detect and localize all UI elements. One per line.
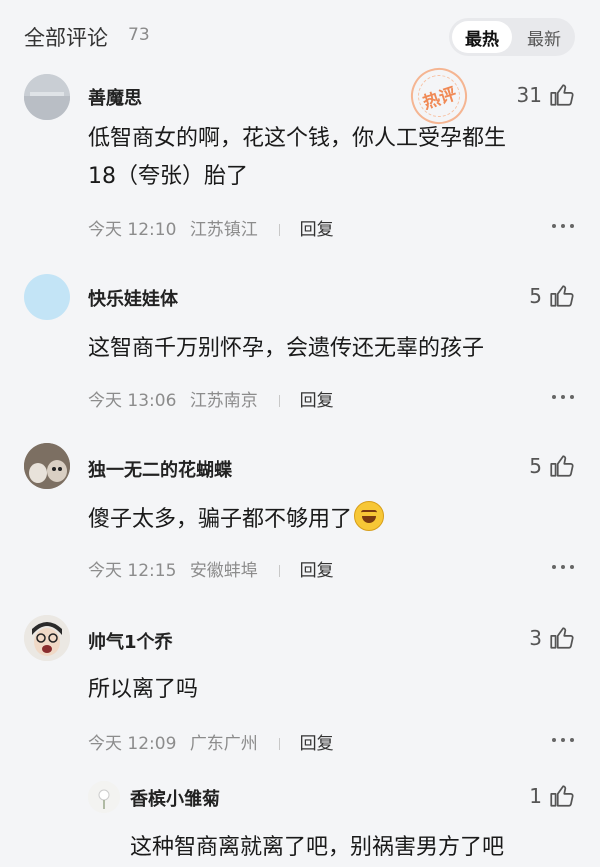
thumbs-up-icon xyxy=(550,84,574,106)
like-button[interactable]: 3 xyxy=(529,625,574,651)
comment-time: 今天 12:15 xyxy=(88,561,177,581)
comments-header: 全部评论 73 最热 最新 xyxy=(0,0,600,74)
reply-button[interactable]: 回复 xyxy=(300,220,334,240)
reply-button[interactable]: 回复 xyxy=(300,391,334,411)
comment-location: 江苏南京 xyxy=(189,391,258,411)
divider xyxy=(279,565,281,577)
avatar-image xyxy=(24,443,70,489)
like-count: 5 xyxy=(529,454,542,478)
like-button[interactable]: 5 xyxy=(529,283,574,309)
like-button[interactable]: 1 xyxy=(529,783,574,809)
comment-time: 今天 12:10 xyxy=(88,220,177,240)
sort-toggle[interactable]: 最热 最新 xyxy=(449,18,575,56)
like-button[interactable]: 5 xyxy=(529,453,574,479)
comment-item: 独一无二的花蝴蝶 5 傻子太多，骗子都不够用了 今天 12:15 安徽蚌埠 回复 xyxy=(0,441,600,586)
thumbs-up-icon xyxy=(550,285,574,307)
like-count: 1 xyxy=(529,784,542,808)
more-dots-icon[interactable] xyxy=(552,224,574,230)
comment-meta: 今天 12:10 江苏镇江 回复 xyxy=(88,215,334,240)
username[interactable]: 善魔思 xyxy=(88,84,142,110)
comment-count: 73 xyxy=(128,25,150,45)
grin-emoji-icon xyxy=(354,501,385,531)
header-title: 全部评论 xyxy=(24,26,108,50)
username[interactable]: 香槟小雏菊 xyxy=(130,785,220,811)
divider xyxy=(279,395,281,407)
like-count: 5 xyxy=(529,284,542,308)
avatar[interactable] xyxy=(24,74,70,120)
thumbs-up-icon xyxy=(550,627,574,649)
divider xyxy=(279,738,281,750)
avatar[interactable] xyxy=(24,274,70,320)
avatar[interactable] xyxy=(24,443,70,489)
reply-button[interactable]: 回复 xyxy=(300,561,334,581)
thumbs-up-icon xyxy=(550,785,574,807)
comment-text: 这种智商离就离了吧，别祸害男方了吧 xyxy=(130,835,505,860)
thumbs-up-icon xyxy=(550,455,574,477)
comment-text: 所以离了吗 xyxy=(88,677,199,702)
comment-text: 这智商千万别怀孕，会遗传还无辜的孩子 xyxy=(88,336,485,361)
comment-location: 广东广州 xyxy=(189,734,258,754)
like-count: 3 xyxy=(529,626,542,650)
avatar[interactable] xyxy=(88,781,120,813)
sub-reply-item: 香槟小雏菊 1 这种智商离就离了吧，别祸害男方了吧 xyxy=(0,778,600,860)
comment-location: 安徽蚌埠 xyxy=(189,561,258,581)
username[interactable]: 快乐娃娃体 xyxy=(88,285,178,311)
comment-text: 傻子太多，骗子都不够用了 xyxy=(88,501,588,539)
like-count: 31 xyxy=(516,83,542,107)
divider xyxy=(279,224,281,236)
comment-time: 今天 12:09 xyxy=(88,734,177,754)
sort-new-button[interactable]: 最新 xyxy=(515,21,573,53)
sort-hot-button[interactable]: 最热 xyxy=(452,21,512,53)
avatar-image xyxy=(24,615,70,661)
avatar-image xyxy=(88,781,120,813)
comment-text: 低智商女的啊，花这个钱，你人工受孕都生 18（夸张）胎了 xyxy=(88,126,507,189)
more-dots-icon[interactable] xyxy=(552,738,574,744)
more-dots-icon[interactable] xyxy=(552,395,574,401)
comment-time: 今天 13:06 xyxy=(88,391,177,411)
username[interactable]: 独一无二的花蝴蝶 xyxy=(88,456,232,482)
like-button[interactable]: 31 xyxy=(517,82,574,108)
avatar[interactable] xyxy=(24,615,70,661)
comment-item: 快乐娃娃体 5 这智商千万别怀孕，会遗传还无辜的孩子 今天 13:06 江苏南京… xyxy=(0,270,600,415)
avatar-image xyxy=(24,74,70,120)
comment-meta: 今天 12:15 安徽蚌埠 回复 xyxy=(88,556,334,581)
reply-button[interactable]: 回复 xyxy=(300,734,334,754)
more-dots-icon[interactable] xyxy=(552,565,574,571)
username[interactable]: 帅气1个乔 xyxy=(88,628,173,654)
comment-location: 江苏镇江 xyxy=(189,220,258,240)
comment-meta: 今天 12:09 广东广州 回复 xyxy=(88,729,334,754)
comment-meta: 今天 13:06 江苏南京 回复 xyxy=(88,386,334,411)
comment-item: 帅气1个乔 3 所以离了吗 今天 12:09 广东广州 回复 xyxy=(0,613,600,758)
comment-item: 善魔思 31 低智商女的啊，花这个钱，你人工受孕都生 18（夸张）胎了 今天 1… xyxy=(0,70,600,245)
